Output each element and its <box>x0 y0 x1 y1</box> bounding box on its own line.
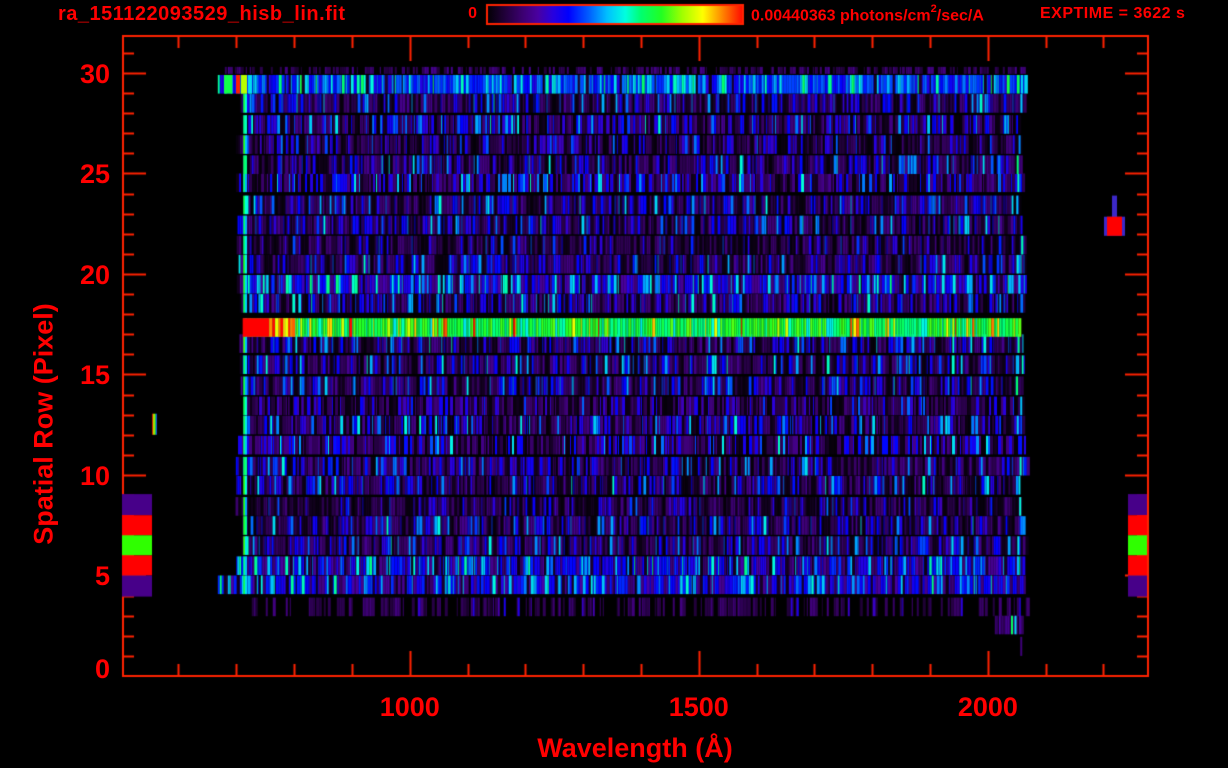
file-title: ra_151122093529_hisb_lin.fit <box>58 3 346 25</box>
colorbar-max-label: 0.00440363 photons/cm2/sec/A <box>751 3 984 25</box>
x-tick-label: 1500 <box>668 692 729 722</box>
x-tick-label: 2000 <box>957 692 1018 722</box>
colorbar-units-suffix: /sec/A <box>936 7 984 25</box>
spectral-plot-window: ra_151122093529_hisb_lin.fit 0 0.0044036… <box>0 0 1228 768</box>
colorbar-units-superscript: 2 <box>930 3 937 15</box>
x-axis-title: Wavelength (Å) <box>537 733 733 763</box>
y-tick-label: 10 <box>79 460 110 491</box>
colorbar-units-prefix: photons/cm <box>839 7 931 25</box>
y-tick-label: 5 <box>94 561 110 592</box>
y-tick-label: 15 <box>79 360 110 391</box>
x-tick-label: 1000 <box>379 692 440 722</box>
colorbar-max-value: 0.00440363 <box>751 7 840 25</box>
spectral-image-canvas <box>0 0 1228 768</box>
y-tick-label: 0 <box>94 654 110 684</box>
colorbar-min-label: 0 <box>468 5 477 22</box>
y-tick-label: 20 <box>79 259 110 290</box>
exptime-label: EXPTIME = 3622 s <box>1040 5 1186 22</box>
y-tick-label: 30 <box>79 58 110 89</box>
y-tick-label: 25 <box>79 159 110 190</box>
y-axis-title: Spatial Row (Pixel) <box>28 303 59 545</box>
